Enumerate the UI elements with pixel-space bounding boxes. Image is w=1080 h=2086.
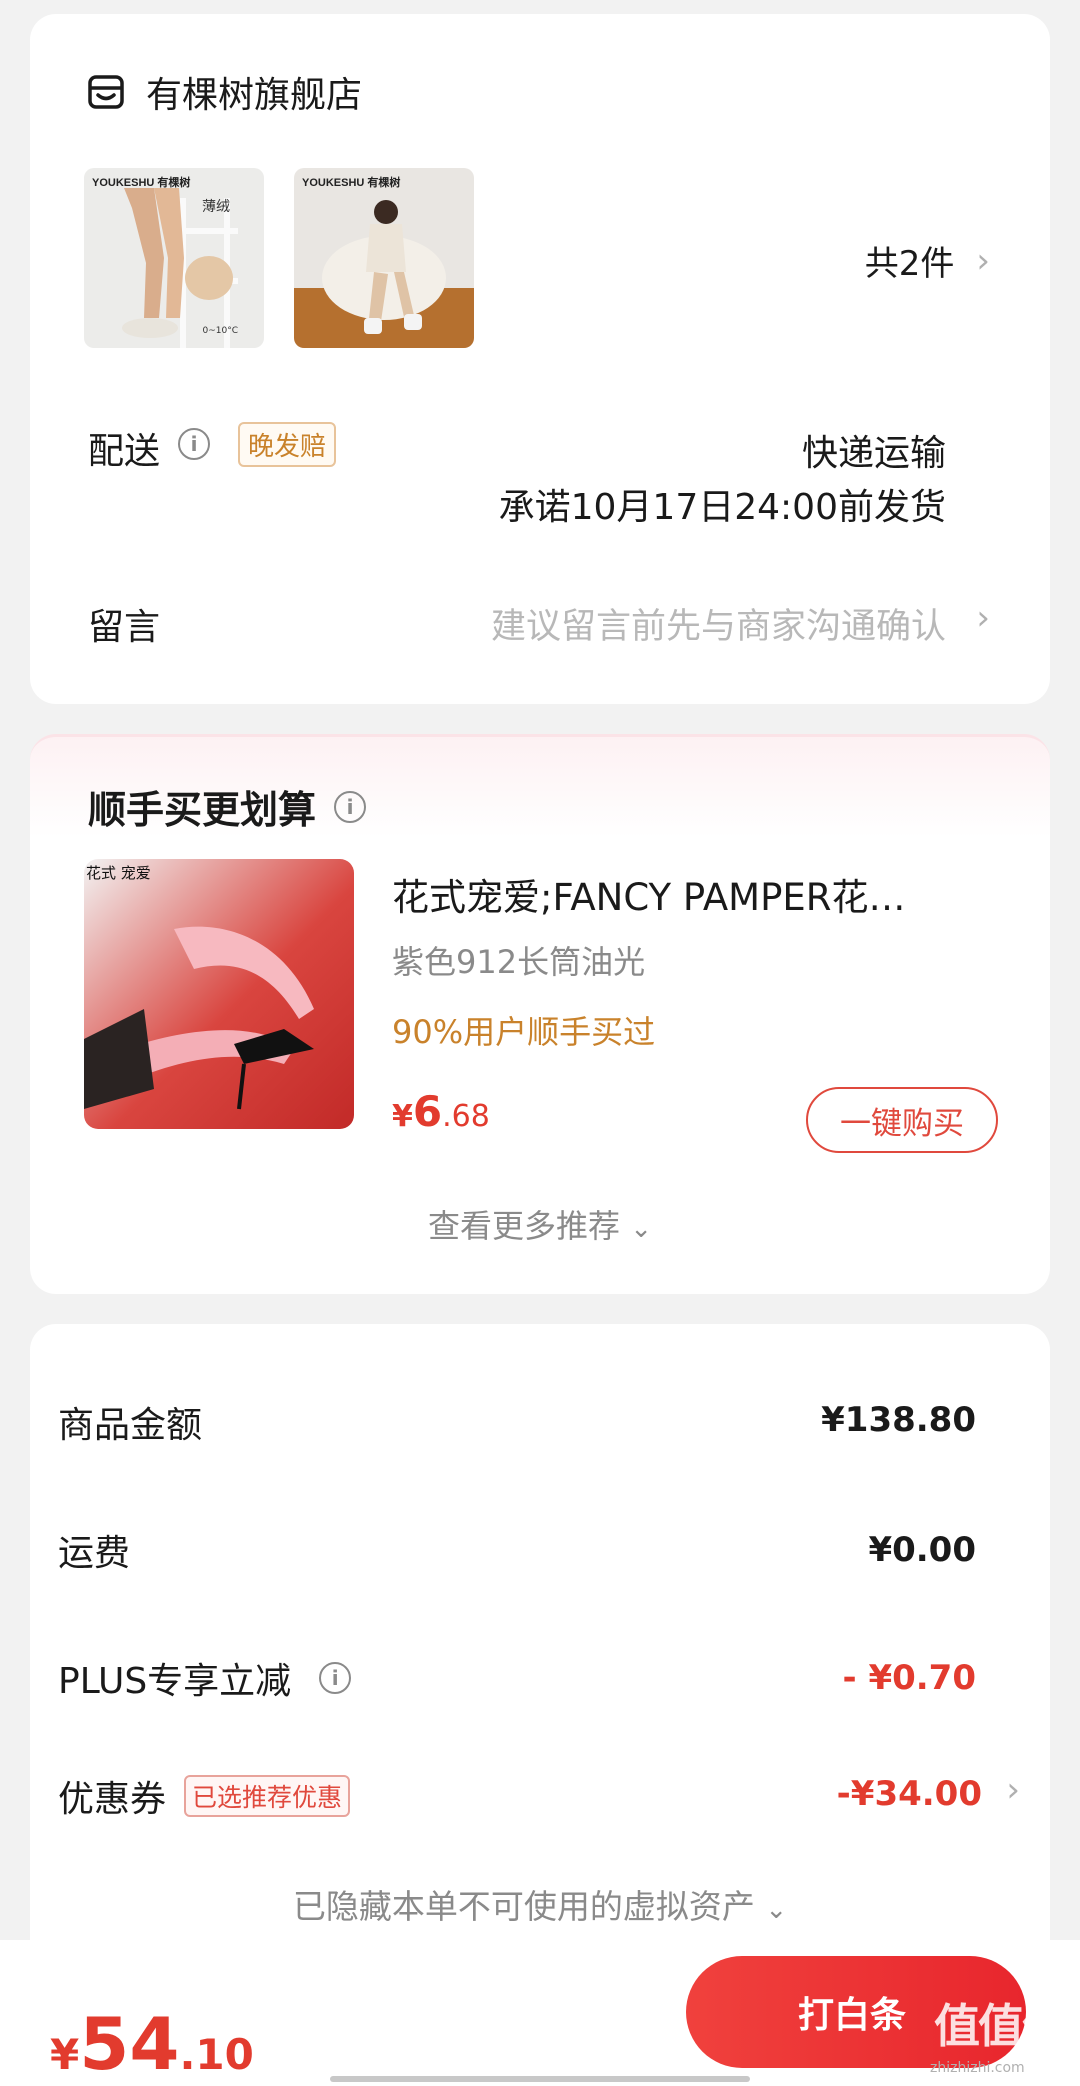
total-price: ¥ 54 .10 bbox=[50, 2002, 254, 2086]
product-image bbox=[294, 168, 474, 348]
info-icon[interactable]: i bbox=[334, 790, 367, 823]
freight-label: 运费 bbox=[58, 1533, 131, 1574]
chevron-down-icon: ⌄ bbox=[765, 1895, 788, 1925]
goods-amount-value: ¥138.80 bbox=[821, 1400, 976, 1440]
coupon-value: -¥34.00 bbox=[836, 1774, 982, 1814]
item-count-label: 共2件 bbox=[864, 244, 955, 284]
thumb-brand: YOUKESHU 有棵树 bbox=[92, 177, 191, 189]
freight-value: ¥0.00 bbox=[868, 1530, 976, 1570]
recommend-product-spec: 紫色912长筒油光 bbox=[392, 943, 646, 981]
chevron-right-icon[interactable]: › bbox=[1006, 1770, 1020, 1810]
coupon-label: 优惠券 bbox=[58, 1779, 167, 1820]
currency-symbol: ¥ bbox=[50, 2030, 80, 2079]
price-decimal: .68 bbox=[442, 1099, 490, 1134]
product-image bbox=[84, 168, 264, 348]
chevron-right-icon: › bbox=[976, 240, 990, 281]
shop-card: 有棵树旗舰店 YOUKESHU 有棵树 薄绒 0~10°C YOUKESHU 有… bbox=[30, 14, 1050, 704]
coupon-badge: 已选推荐优惠 bbox=[184, 1775, 351, 1817]
currency-symbol: ¥ bbox=[392, 1099, 413, 1134]
hidden-assets-toggle[interactable]: 已隐藏本单不可使用的虚拟资产 ⌄ bbox=[0, 1880, 1080, 1928]
image-tag: 花式 宠爱 bbox=[86, 864, 151, 882]
plus-discount-value: - ¥0.70 bbox=[842, 1658, 977, 1698]
home-indicator[interactable] bbox=[330, 2076, 750, 2082]
watermark-url: zhizhizhi.com bbox=[930, 2060, 1025, 2076]
item-count[interactable]: 共2件 › bbox=[865, 236, 990, 285]
shipping-promise: 承诺10月17日24:00前发货 bbox=[498, 487, 946, 528]
plus-discount-row: PLUS专享立减 i bbox=[58, 1652, 352, 1704]
more-recommendations[interactable]: 查看更多推荐 ⌄ bbox=[30, 1201, 1050, 1247]
thumb-tag: 薄绒 bbox=[202, 199, 230, 215]
note-input[interactable]: 建议留言前先与商家沟通确认 bbox=[491, 598, 946, 649]
recommend-product-name[interactable]: 花式宠爱;FANCY PAMPER花… bbox=[392, 867, 992, 921]
thumb-brand: YOUKESHU 有棵树 bbox=[302, 177, 401, 189]
coupon-row[interactable]: 优惠券 已选推荐优惠 bbox=[58, 1770, 351, 1822]
recommend-price: ¥ 6 .68 bbox=[392, 1087, 490, 1136]
one-click-buy-button[interactable]: 一键购买 bbox=[806, 1087, 998, 1153]
recommend-card: 顺手买更划算 i 花式 宠爱 花式宠爱;FANCY PAMPER花… 紫色912… bbox=[30, 734, 1050, 1294]
info-icon[interactable]: i bbox=[178, 428, 210, 460]
product-thumbnail[interactable]: YOUKESHU 有棵树 薄绒 0~10°C bbox=[84, 168, 264, 348]
recommend-title-text: 顺手买更划算 bbox=[88, 788, 317, 832]
late-compensation-badge: 晚发赔 bbox=[238, 422, 337, 467]
product-image bbox=[84, 859, 354, 1129]
delivery-label: 配送 bbox=[88, 431, 161, 472]
shipping-method: 快递运输 bbox=[801, 433, 946, 474]
total-integer: 54 bbox=[79, 2002, 180, 2086]
note-label: 留言 bbox=[88, 607, 161, 648]
hidden-assets-label: 已隐藏本单不可使用的虚拟资产 bbox=[292, 1887, 755, 1926]
shop-name: 有棵树旗舰店 bbox=[146, 75, 363, 116]
thumb-temp: 0~10°C bbox=[202, 326, 238, 336]
info-icon[interactable]: i bbox=[319, 1662, 352, 1694]
recommend-social-proof: 90%用户顺手买过 bbox=[392, 1013, 656, 1051]
recommend-title: 顺手买更划算 i bbox=[88, 779, 367, 834]
goods-amount-label: 商品金额 bbox=[58, 1405, 203, 1446]
watermark: 值值值 bbox=[934, 1999, 1068, 2053]
plus-discount-label: PLUS专享立减 bbox=[58, 1661, 292, 1702]
recommend-product-image[interactable]: 花式 宠爱 bbox=[84, 859, 354, 1129]
product-thumbnail[interactable]: YOUKESHU 有棵树 bbox=[294, 168, 474, 348]
total-decimal: .10 bbox=[179, 2030, 254, 2079]
more-recommendations-label: 查看更多推荐 bbox=[428, 1207, 621, 1245]
chevron-down-icon: ⌄ bbox=[630, 1214, 652, 1244]
chevron-right-icon: › bbox=[976, 598, 990, 638]
shop-header[interactable]: 有棵树旗舰店 bbox=[88, 66, 362, 118]
price-integer: 6 bbox=[412, 1087, 443, 1136]
store-icon bbox=[88, 75, 124, 109]
